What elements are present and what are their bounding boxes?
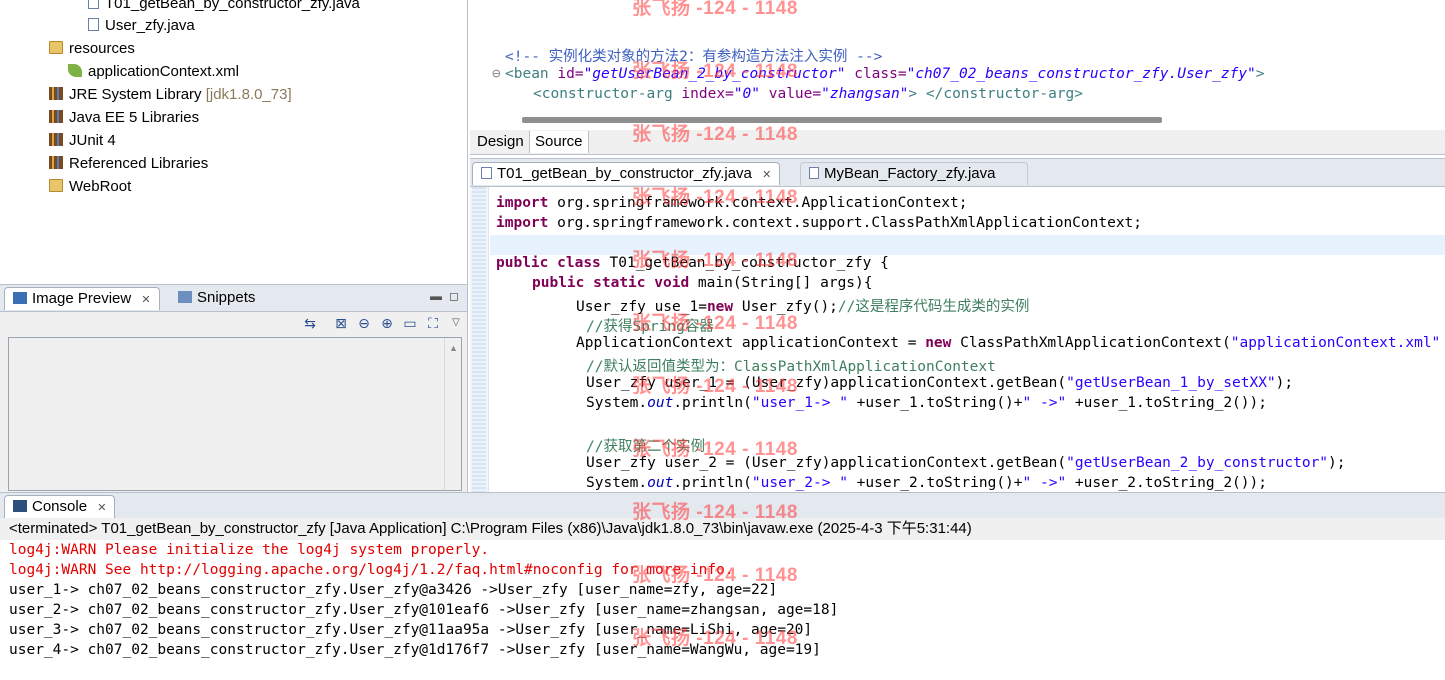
java-file-icon (481, 167, 492, 179)
library-icon (49, 87, 63, 100)
console-output-line: user_1-> ch07_02_beans_constructor_zfy.U… (9, 582, 778, 598)
code-line-main: public static void main(String[] args){ (532, 275, 873, 291)
folder-icon (49, 179, 63, 192)
spring-leaf-icon (68, 64, 82, 77)
close-icon[interactable]: ✕ (141, 294, 150, 306)
view-menu-icon[interactable]: ▽ (448, 315, 464, 331)
close-icon[interactable]: ✕ (762, 169, 771, 181)
code-line-appcontext: ApplicationContext applicationContext = … (576, 335, 1441, 351)
console-output-line: user_3-> ch07_02_beans_constructor_zfy.U… (9, 622, 813, 638)
fit-icon[interactable]: ⊠ (333, 315, 349, 331)
code-line-import1: import org.springframework.context.Appli… (496, 195, 968, 211)
java-editor[interactable]: T01_getBean_by_constructor_zfy.java ✕ My… (470, 158, 1445, 493)
xml-bean-line: <bean id="getUserBean_2_by_constructor" … (505, 66, 1265, 82)
console-tab-bar: Console ✕ (0, 493, 1445, 519)
tab-image-preview[interactable]: Image Preview ✕ (4, 287, 160, 310)
tree-item-resources[interactable]: resources (49, 38, 135, 60)
tree-item-jre-library[interactable]: JRE System Library [jdk1.8.0_73] (49, 84, 292, 106)
xml-source-editor[interactable]: <!-- 实例化类对象的方法2：有参构造方法注入实例 --> ⊖ <bean i… (470, 0, 1445, 130)
java-file-icon (809, 167, 819, 179)
tab-mybean-factory-java[interactable]: MyBean_Factory_zfy.java (800, 162, 1028, 185)
fold-icon[interactable]: ⊖ (492, 66, 501, 82)
minimize-icon[interactable]: ▬ (430, 289, 442, 303)
console-status-line: <terminated> T01_getBean_by_constructor_… (0, 518, 1445, 540)
maximize-icon[interactable]: ◻ (449, 289, 459, 303)
xml-comment-line: <!-- 实例化类对象的方法2：有参构造方法注入实例 --> (505, 49, 883, 65)
folder-icon (49, 41, 63, 54)
design-source-tabbar: Design Source (470, 130, 1445, 155)
zoom-in-icon[interactable]: ⊕ (379, 315, 395, 331)
console-output-line: user_4-> ch07_02_beans_constructor_zfy.U… (9, 642, 821, 658)
tree-item-javaee-libraries[interactable]: Java EE 5 Libraries (49, 107, 199, 129)
code-line-comment-spring: //获得Spring容器 (586, 319, 714, 335)
code-line-println1: System.out.println("user_1-> " +user_1.t… (586, 395, 1267, 411)
tab-console[interactable]: Console ✕ (4, 495, 116, 518)
actual-size-icon[interactable]: ▭ (402, 315, 418, 331)
console-warn-line: log4j:WARN Please initialize the log4j s… (9, 542, 490, 558)
java-file-icon (88, 0, 99, 9)
tree-item-user-zfy-java[interactable]: User_zfy.java (88, 15, 195, 37)
tab-snippets[interactable]: Snippets (170, 287, 263, 309)
horizontal-scrollbar-thumb[interactable] (522, 117, 1162, 123)
tree-item-junit4[interactable]: JUnit 4 (49, 130, 116, 152)
code-line-comment-return: //默认返回值类型为：ClassPathXmlApplicationContex… (586, 359, 996, 375)
project-explorer-tree: T01_getBean_by_constructor_zfy.java User… (0, 0, 468, 285)
console-view: Console ✕ <terminated> T01_getBean_by_co… (0, 492, 1445, 680)
java-editor-tabs: T01_getBean_by_constructor_zfy.java ✕ My… (470, 159, 1445, 187)
tab-design[interactable]: Design (472, 131, 530, 153)
xml-constructor-arg-line: <constructor-arg index="0" value="zhangs… (533, 86, 1084, 102)
tree-item-webroot[interactable]: WebRoot (49, 176, 131, 198)
code-line-getbean2: User_zfy user_2 = (User_zfy)applicationC… (586, 455, 1346, 471)
zoom-out-icon[interactable]: ⊖ (356, 315, 372, 331)
preview-scrollbar[interactable]: ▲ (444, 338, 461, 490)
current-line-highlight (490, 235, 1445, 255)
snippets-icon (178, 291, 192, 303)
tree-item-t01-java[interactable]: T01_getBean_by_constructor_zfy.java (88, 0, 360, 15)
image-icon (13, 292, 27, 304)
code-line-new-user: User_zfy use_1=new User_zfy();//这是程序代码生成… (576, 299, 1030, 315)
sync-icon[interactable]: ⇆ (302, 315, 318, 331)
image-preview-panel: Image Preview ✕ Snippets ▬ ◻ ⇆ ⊠ ⊖ ⊕ ▭ ⛶… (0, 285, 468, 492)
code-line-import2: import org.springframework.context.suppo… (496, 215, 1143, 231)
tree-item-applicationcontext-xml[interactable]: applicationContext.xml (68, 61, 239, 83)
code-line-println2: System.out.println("user_2-> " +user_2.t… (586, 475, 1267, 491)
java-file-icon (88, 18, 99, 31)
code-line-class: public class T01_getBean_by_constructor_… (496, 255, 889, 271)
console-output-line: user_2-> ch07_02_beans_constructor_zfy.U… (9, 602, 839, 618)
console-icon (13, 500, 27, 512)
tab-t01-java[interactable]: T01_getBean_by_constructor_zfy.java ✕ (472, 162, 781, 185)
tab-source[interactable]: Source (530, 131, 589, 153)
preview-tab-bar: Image Preview ✕ Snippets ▬ ◻ (0, 285, 467, 312)
library-icon (49, 110, 63, 123)
library-icon (49, 156, 63, 169)
console-warn-line: log4j:WARN See http://logging.apache.org… (9, 562, 734, 578)
scroll-up-icon[interactable]: ▲ (449, 343, 458, 353)
preview-canvas: ▲ (8, 337, 462, 491)
code-line-getbean1: User_zfy user_1 = (User_zfy)applicationC… (586, 375, 1294, 391)
tree-item-referenced-libraries[interactable]: Referenced Libraries (49, 153, 208, 175)
close-icon[interactable]: ✕ (97, 502, 106, 514)
overview-ruler (472, 187, 486, 493)
fullscreen-icon[interactable]: ⛶ (425, 315, 441, 331)
library-icon (49, 133, 63, 146)
code-line-comment-second: //获取第二个实例 (586, 439, 705, 455)
